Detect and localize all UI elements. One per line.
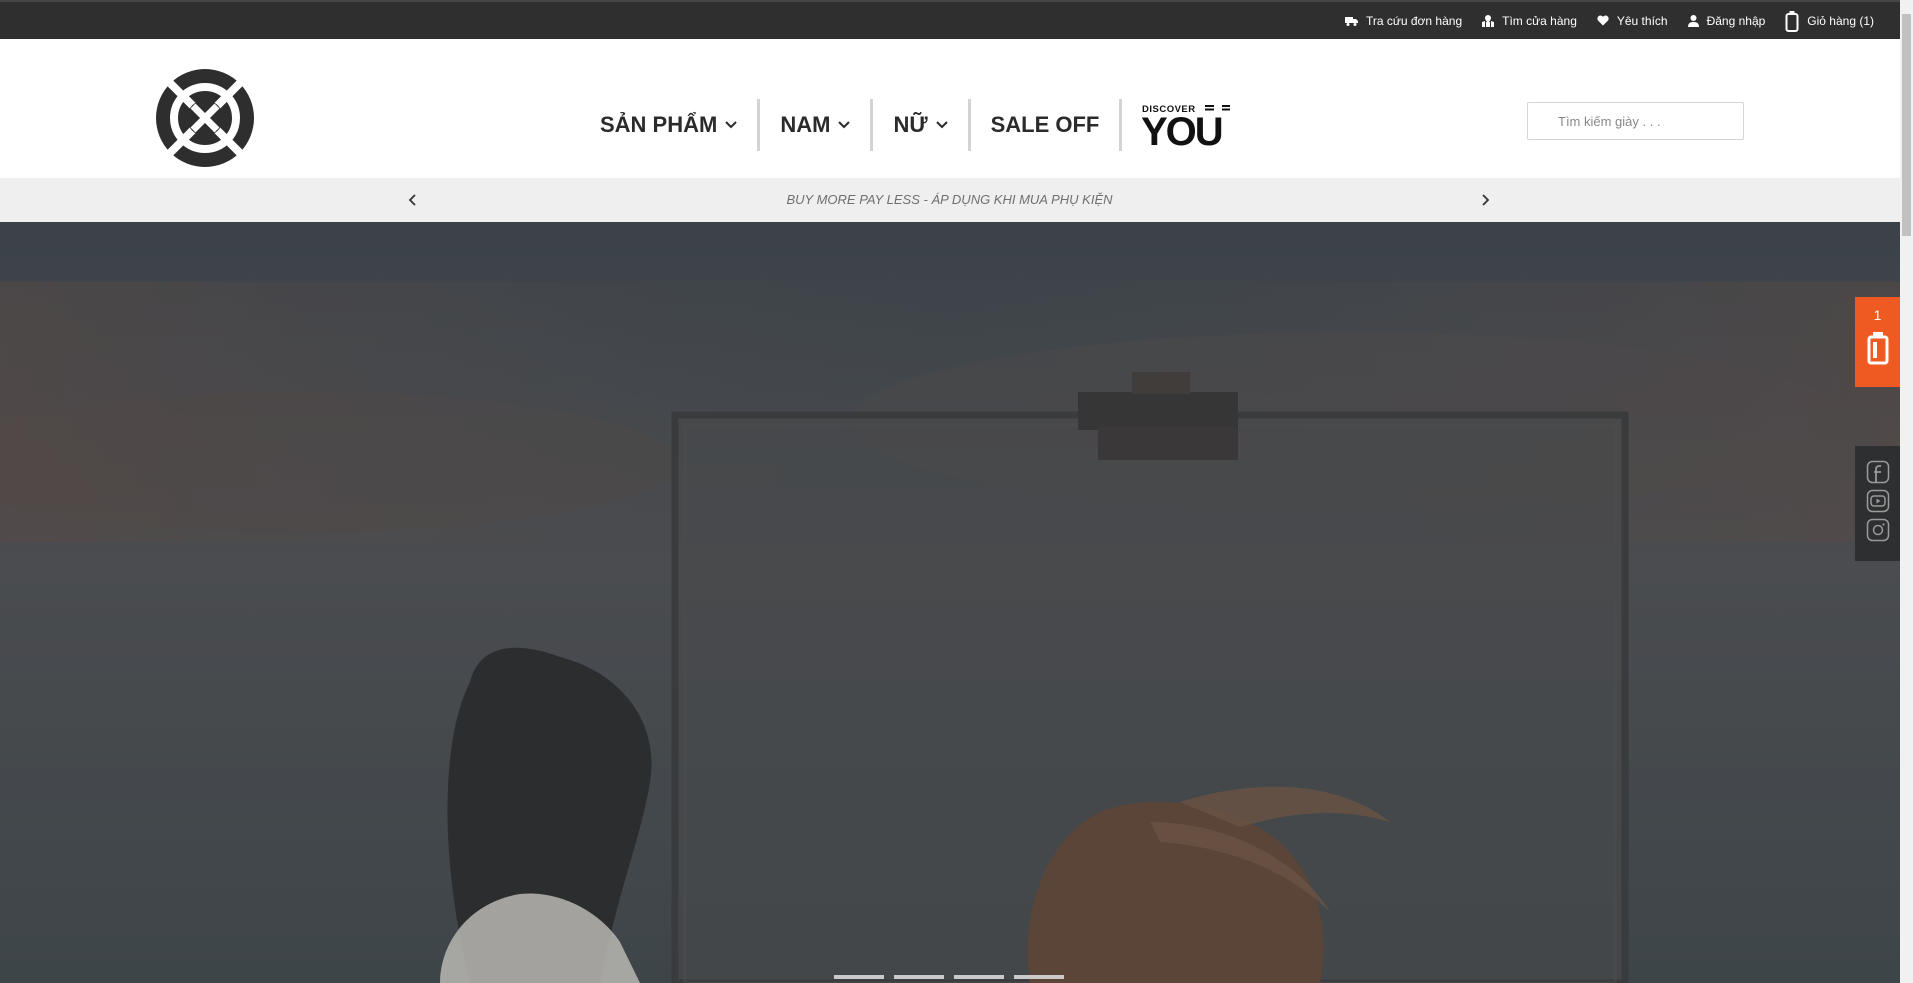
nav-men[interactable]: NAM (760, 99, 870, 151)
order-lookup-link[interactable]: Tra cứu đơn hàng (1344, 13, 1463, 28)
scrollbar-thumb[interactable] (1902, 14, 1911, 236)
promo-bar: BUY MORE PAY LESS - ÁP DỤNG KHI MUA PHỤ … (0, 178, 1900, 222)
bag-icon (1785, 10, 1799, 32)
main-nav: SẢN PHẨM NAM NỮ SALE OFF DISCOVER YOU (580, 93, 1232, 157)
map-icon (1482, 14, 1495, 27)
nav-sale-off[interactable]: SALE OFF (971, 99, 1120, 151)
slider-dot[interactable] (834, 975, 884, 979)
chevron-right-icon[interactable] (1477, 192, 1493, 208)
instagram-icon[interactable] (1866, 518, 1890, 542)
bag-icon (1867, 332, 1888, 365)
floating-cart-button[interactable]: 1 (1855, 297, 1900, 387)
wishlist-link[interactable]: Yêu thích (1597, 14, 1668, 28)
floating-cart-count: 1 (1873, 307, 1882, 323)
login-label: Đăng nhập (1706, 13, 1766, 28)
facebook-icon[interactable] (1866, 460, 1890, 484)
top-utility-bar: Tra cứu đơn hàng Tìm cửa hàng Yêu thích … (0, 0, 1900, 39)
search-input[interactable] (1527, 102, 1744, 140)
store-finder-link[interactable]: Tìm cửa hàng (1482, 14, 1577, 28)
chevron-down-icon (838, 121, 851, 129)
brand-logo[interactable] (156, 69, 254, 167)
slider-dot[interactable] (894, 975, 944, 979)
order-lookup-label: Tra cứu đơn hàng (1365, 13, 1463, 28)
discover-you-logo[interactable]: DISCOVER YOU (1122, 99, 1232, 151)
heart-icon (1597, 15, 1609, 26)
nav-men-label: NAM (780, 112, 831, 137)
chevron-down-icon (725, 121, 738, 129)
cart-label: Giỏ hàng (1) (1807, 13, 1874, 28)
nav-women[interactable]: NỮ (873, 99, 967, 151)
chevron-down-icon (935, 121, 948, 129)
promo-text: BUY MORE PAY LESS - ÁP DỤNG KHI MUA PHỤ … (786, 192, 1113, 207)
youtube-icon[interactable] (1866, 489, 1890, 513)
slider-dot[interactable] (954, 975, 1004, 979)
discover-you-graphic: DISCOVER YOU (1142, 104, 1231, 147)
cart-link[interactable]: Giỏ hàng (1) (1785, 10, 1874, 32)
user-icon (1687, 14, 1699, 27)
store-finder-label: Tìm cửa hàng (1502, 13, 1577, 28)
wishlist-label: Yêu thích (1616, 13, 1668, 28)
slider-dots (834, 975, 1074, 979)
nav-products-label: SẢN PHẨM (600, 112, 718, 137)
login-link[interactable]: Đăng nhập (1687, 13, 1766, 28)
slider-dot[interactable] (1014, 975, 1064, 979)
nav-women-label: NỮ (893, 112, 928, 137)
nav-products[interactable]: SẢN PHẨM (580, 99, 757, 151)
page-scrollbar[interactable] (1900, 0, 1913, 983)
hero-banner[interactable] (0, 222, 1900, 983)
social-links (1855, 446, 1900, 561)
nav-sale-off-label: SALE OFF (990, 112, 1100, 137)
discover-big-text: YOU (1142, 110, 1222, 147)
truck-icon (1344, 16, 1358, 26)
topbar-links: Tra cứu đơn hàng Tìm cửa hàng Yêu thích … (1325, 2, 1874, 39)
hero-illustration (0, 222, 1900, 983)
site-header: SẢN PHẨM NAM NỮ SALE OFF DISCOVER YOU (0, 39, 1900, 178)
